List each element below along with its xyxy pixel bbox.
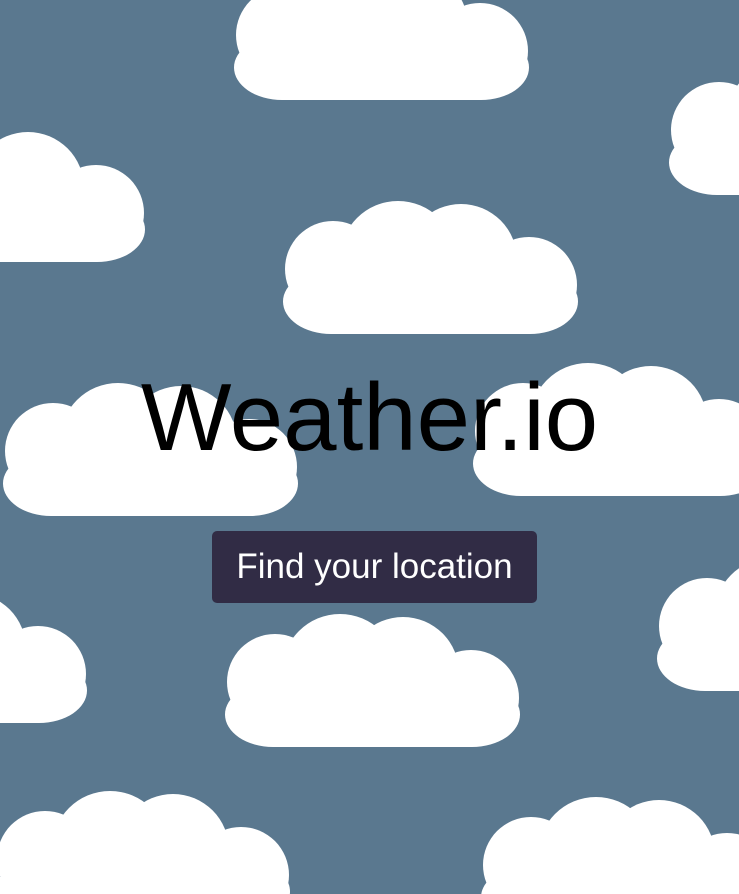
cloud-icon bbox=[0, 129, 145, 262]
cloud-icon bbox=[0, 590, 87, 723]
cloud-icon bbox=[0, 791, 290, 894]
cloud-icon bbox=[657, 558, 739, 691]
cloud-icon bbox=[481, 797, 739, 894]
weather-app-page: Weather.io Find your location bbox=[0, 0, 739, 894]
cloud-icon bbox=[283, 201, 578, 334]
cloud-icon bbox=[234, 0, 529, 100]
app-title: Weather.io bbox=[140, 364, 599, 471]
cloud-icon bbox=[669, 62, 739, 195]
find-location-button[interactable]: Find your location bbox=[212, 531, 537, 603]
cloud-icon bbox=[225, 614, 520, 747]
